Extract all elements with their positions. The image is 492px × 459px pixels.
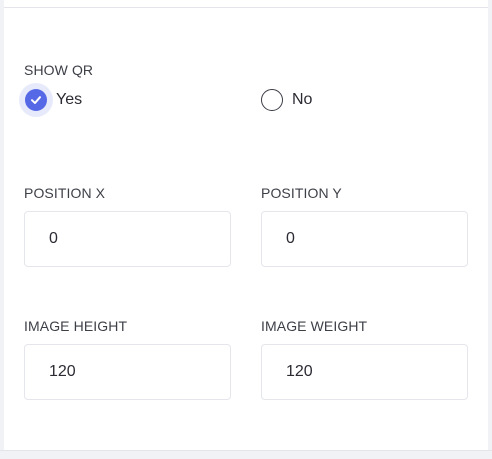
show-qr-no-label: No: [292, 91, 313, 108]
position-x-input[interactable]: 0: [24, 211, 231, 267]
show-qr-label: SHOW QR: [24, 62, 94, 78]
show-qr-yes-option[interactable]: Yes: [25, 89, 82, 111]
position-x-value: 0: [49, 230, 58, 247]
position-x-label: POSITION X: [24, 185, 106, 201]
radio-unchecked-icon[interactable]: [261, 89, 283, 111]
position-y-label: POSITION Y: [261, 185, 342, 201]
image-weight-input[interactable]: 120: [261, 344, 468, 400]
bottom-edge: [0, 450, 492, 459]
position-y-value: 0: [286, 230, 295, 247]
check-icon[interactable]: [25, 89, 47, 111]
image-height-input[interactable]: 120: [24, 344, 231, 400]
left-edge: [0, 0, 4, 459]
show-qr-yes-label: Yes: [56, 91, 83, 108]
show-qr-no-option[interactable]: No: [261, 89, 312, 111]
image-height-label: IMAGE HEIGHT: [24, 318, 128, 334]
image-height-value: 120: [49, 363, 76, 380]
image-weight-value: 120: [286, 363, 313, 380]
top-divider: [4, 7, 488, 8]
right-edge: [488, 0, 492, 459]
image-weight-label: IMAGE WEIGHT: [261, 318, 368, 334]
qr-settings-panel: SHOW QR Yes No POSITION X POSITION Y 0 0…: [0, 0, 492, 459]
position-y-input[interactable]: 0: [261, 211, 468, 267]
